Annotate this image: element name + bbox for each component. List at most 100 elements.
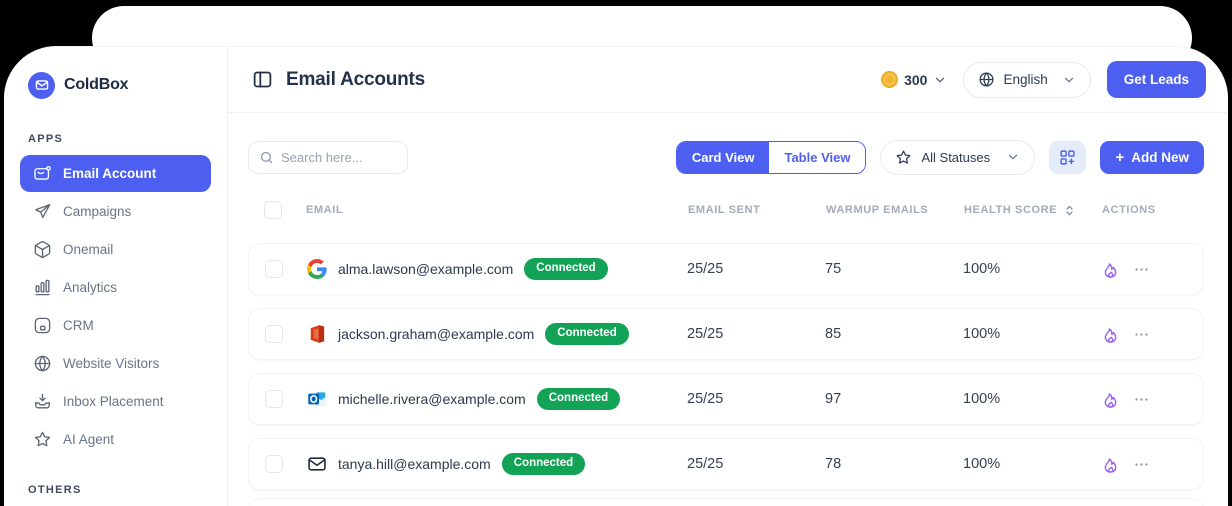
next-row-peek	[248, 498, 1204, 506]
more-menu-icon[interactable]	[1133, 326, 1150, 343]
page-title: Email Accounts	[286, 68, 426, 90]
language-value: English	[1003, 72, 1048, 87]
plus-icon: +	[1115, 148, 1125, 166]
email-cell: tanya.hill@example.com Connected	[307, 453, 687, 475]
sidebar-item-onemail[interactable]: Onemail	[20, 231, 211, 268]
sidebar-item-website-visitors[interactable]: Website Visitors	[20, 345, 211, 382]
email-address: jackson.graham@example.com	[338, 326, 535, 342]
search-input[interactable]	[281, 149, 391, 165]
sidebar-item-label: CRM	[63, 318, 94, 333]
warmup-emails-value: 85	[825, 326, 842, 342]
email-cell: alma.lawson@example.com Connected	[307, 258, 687, 280]
sidebar-item-email-account[interactable]: Email Account	[20, 155, 211, 192]
table-row: alma.lawson@example.com Connected 25/25 …	[248, 243, 1204, 295]
status-filter-dropdown[interactable]: All Statuses	[880, 139, 1036, 175]
sidebar-item-analytics[interactable]: Analytics	[20, 269, 211, 306]
envelope-icon	[307, 454, 327, 474]
status-badge: Connected	[501, 453, 586, 475]
row-checkbox[interactable]	[265, 325, 283, 343]
coin-icon	[881, 71, 899, 88]
sidebar-item-ai-agent[interactable]: AI Agent	[20, 421, 211, 458]
toolbar-right: Card View Table View All Statuses + Add …	[675, 139, 1204, 175]
row-actions	[1101, 455, 1187, 474]
warmup-emails-value: 97	[825, 391, 842, 407]
more-menu-icon[interactable]	[1133, 456, 1150, 473]
warmup-flame-icon[interactable]	[1101, 455, 1120, 474]
globe-icon	[32, 354, 52, 374]
status-badge: Connected	[524, 258, 608, 280]
inbox-arrow-icon	[32, 392, 52, 412]
more-menu-icon[interactable]	[1133, 391, 1150, 408]
row-checkbox[interactable]	[265, 455, 283, 473]
column-health-score-label: HEALTH SCORE	[964, 204, 1058, 216]
table-view-button[interactable]: Table View	[769, 141, 866, 173]
table-row: tanya.hill@example.com Connected 25/25 7…	[248, 438, 1204, 490]
warmup-flame-icon[interactable]	[1101, 260, 1120, 279]
star-icon	[32, 430, 52, 450]
app-window-icon	[32, 316, 52, 336]
google-icon	[307, 259, 327, 279]
sidebar-item-label: Analytics	[63, 280, 118, 295]
sidebar-section-apps: APPS Email Account Campaigns Onemail Ana…	[4, 133, 227, 458]
sidebar-section-label: APPS	[28, 133, 64, 145]
more-menu-icon[interactable]	[1133, 261, 1150, 278]
sidebar-toggle-icon[interactable]	[250, 68, 274, 92]
sidebar-item-crm[interactable]: CRM	[20, 307, 211, 344]
health-score-value: 100%	[963, 456, 1001, 472]
chevron-down-icon	[1062, 73, 1076, 87]
email-sent-value: 25/25	[687, 456, 724, 472]
outlook-icon	[307, 389, 327, 409]
grid-icon	[1059, 149, 1076, 166]
email-cell: michelle.rivera@example.com Connected	[307, 388, 687, 410]
add-new-label: Add New	[1131, 149, 1189, 165]
row-checkbox[interactable]	[265, 390, 283, 408]
table-body: alma.lawson@example.com Connected 25/25 …	[248, 243, 1204, 506]
status-badge: Connected	[545, 323, 629, 345]
office365-icon	[307, 324, 327, 344]
sidebar-section-label: OTHERS	[28, 484, 82, 496]
sidebar-item-label: AI Agent	[63, 432, 115, 447]
column-email: EMAIL	[306, 204, 344, 216]
warmup-flame-icon[interactable]	[1101, 390, 1120, 409]
email-address: michelle.rivera@example.com	[338, 391, 526, 407]
table-row: jackson.graham@example.com Connected 25/…	[248, 308, 1204, 360]
column-actions: ACTIONS	[1102, 204, 1156, 216]
add-new-button[interactable]: + Add New	[1100, 140, 1204, 174]
card-view-button[interactable]: Card View	[676, 141, 770, 173]
sort-icon[interactable]	[1062, 203, 1077, 218]
search-icon	[259, 150, 274, 165]
get-leads-button[interactable]: Get Leads	[1106, 61, 1206, 98]
sidebar-item-label: Inbox Placement	[63, 394, 164, 409]
star-icon	[895, 149, 912, 166]
chevron-down-icon	[933, 73, 947, 87]
warmup-flame-icon[interactable]	[1101, 325, 1120, 344]
search-box	[248, 140, 408, 174]
content-area: Card View Table View All Statuses	[228, 113, 1228, 506]
toolbar: Card View Table View All Statuses	[248, 139, 1204, 175]
health-score-value: 100%	[963, 261, 1001, 277]
chevron-down-icon	[1006, 150, 1020, 164]
sidebar-item-inbox-placement[interactable]: Inbox Placement	[20, 383, 211, 420]
globe-icon	[978, 71, 995, 88]
cube-icon	[32, 240, 52, 260]
row-checkbox[interactable]	[265, 260, 283, 278]
app-window: ColdBox APPS Email Account Campaigns One…	[4, 46, 1228, 506]
sidebar-item-label: Email Account	[63, 166, 157, 181]
brand-name: ColdBox	[64, 76, 129, 93]
column-health-score[interactable]: HEALTH SCORE	[964, 203, 1102, 218]
sidebar-section-others: OTHERS Submit Feedback	[4, 484, 227, 506]
warmup-emails-value: 78	[825, 456, 842, 472]
email-icon	[32, 164, 52, 184]
health-score-value: 100%	[963, 326, 1001, 342]
select-all-checkbox[interactable]	[264, 201, 282, 219]
header-controls: 300 English Get Leads	[881, 61, 1206, 98]
bar-chart-icon	[32, 278, 52, 298]
sidebar-item-campaigns[interactable]: Campaigns	[20, 193, 211, 230]
column-warmup-emails: WARMUP EMAILS	[826, 204, 929, 216]
email-address: tanya.hill@example.com	[338, 456, 491, 472]
language-selector[interactable]: English	[963, 61, 1091, 98]
credits-dropdown[interactable]: 300	[881, 71, 947, 88]
email-sent-value: 25/25	[687, 326, 724, 342]
column-email-sent: EMAIL SENT	[688, 204, 761, 216]
layout-grid-button[interactable]	[1049, 140, 1087, 174]
